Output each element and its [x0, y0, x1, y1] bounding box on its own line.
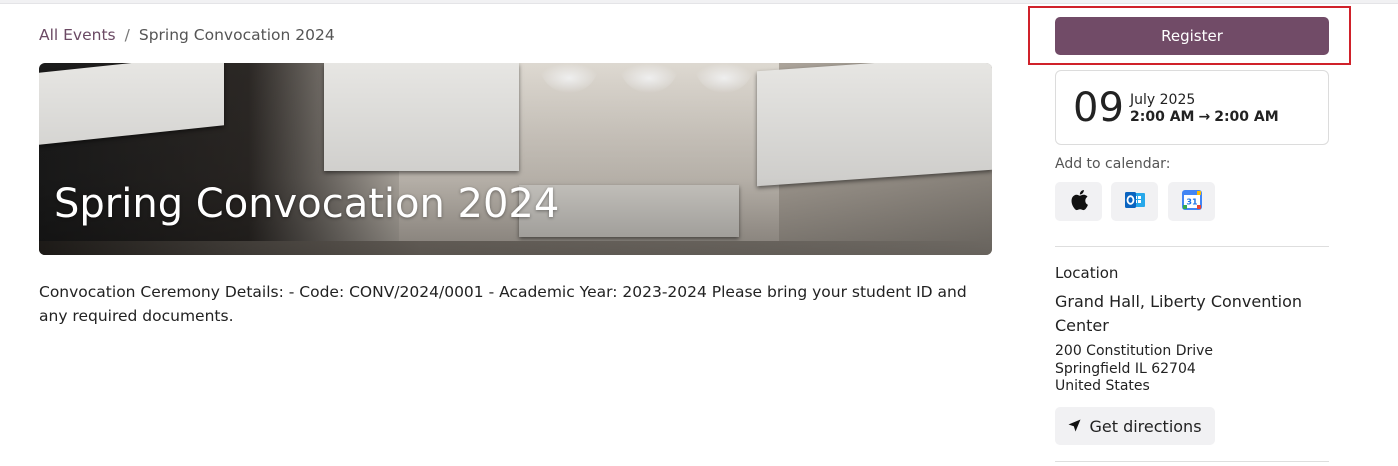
event-description: Convocation Ceremony Details: - Code: CO…: [39, 283, 967, 325]
event-cover-image: Spring Convocation 2024: [39, 63, 992, 255]
outlook-icon: [1124, 190, 1146, 214]
address-line: United States: [1055, 378, 1150, 394]
event-date-card: 09 July 2025 2:00 AM → 2:00 AM: [1055, 70, 1329, 145]
sidebar-divider: [1055, 246, 1329, 247]
breadcrumb-current: Spring Convocation 2024: [138, 26, 335, 44]
breadcrumb: All Events / Spring Convocation 2024: [39, 26, 335, 44]
add-to-outlook-button[interactable]: [1111, 182, 1158, 221]
event-title: Spring Convocation 2024: [54, 181, 560, 227]
location-address: 200 Constitution Drive Springfield IL 62…: [1055, 343, 1213, 396]
google-calendar-icon: 31: [1181, 189, 1202, 214]
get-directions-label: Get directions: [1089, 416, 1202, 436]
add-to-google-calendar-button[interactable]: 31: [1168, 182, 1215, 221]
address-line: Springfield IL 62704: [1055, 360, 1196, 377]
time-arrow: →: [1198, 109, 1211, 125]
event-end-time: 2:00 AM: [1214, 109, 1279, 125]
breadcrumb-separator: /: [124, 26, 130, 44]
location-name: Grand Hall, Liberty Convention Center: [1055, 292, 1303, 335]
location-heading: Location: [1055, 264, 1119, 282]
top-border: [0, 0, 1398, 4]
add-to-calendar-label: Add to calendar:: [1055, 156, 1171, 172]
get-directions-button[interactable]: Get directions: [1055, 407, 1215, 445]
event-start-time: 2:00 AM: [1130, 109, 1195, 125]
event-day: 09: [1073, 85, 1124, 131]
register-button[interactable]: Register: [1055, 17, 1329, 55]
address-line: 200 Constitution Drive: [1055, 343, 1214, 359]
apple-icon: [1069, 189, 1089, 215]
breadcrumb-all-events-link[interactable]: All Events: [39, 26, 116, 44]
event-time-range: 2:00 AM → 2:00 AM: [1130, 109, 1279, 125]
sidebar-divider: [1055, 461, 1329, 462]
add-to-apple-calendar-button[interactable]: [1055, 182, 1102, 221]
svg-text:31: 31: [1186, 197, 1198, 206]
navigation-arrow-icon: [1068, 417, 1089, 436]
event-month-year: July 2025: [1130, 92, 1196, 108]
